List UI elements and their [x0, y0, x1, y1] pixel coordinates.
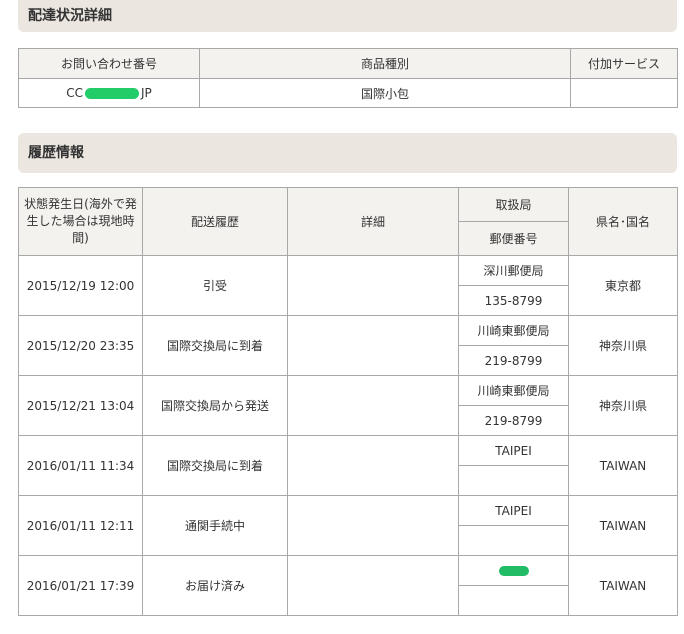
- col-status-date: 状態発生日(海外で発生した場合は現地時間): [18, 187, 143, 256]
- table-row: 2015/12/21 13:04 国際交換局から発送 川崎東郵便局 神奈川県: [18, 375, 678, 436]
- region-cell: TAIWAN: [568, 555, 678, 616]
- office-cell: 川崎東郵便局: [458, 315, 569, 346]
- region-cell: 神奈川県: [568, 315, 678, 376]
- redaction-mark: [84, 88, 139, 99]
- postal-code-cell: 219-8799: [458, 405, 569, 436]
- redaction-mark: [498, 566, 529, 576]
- details-cell: [287, 435, 459, 496]
- delivery-history-cell: お届け済み: [142, 555, 288, 616]
- table-row: 2016/01/21 17:39 お届け済み TAIWAN: [18, 555, 678, 616]
- region-cell: TAIWAN: [568, 495, 678, 556]
- details-cell: [287, 315, 459, 376]
- office-cell: 深川郵便局: [458, 255, 569, 286]
- status-date-cell: 2015/12/19 12:00: [18, 255, 143, 316]
- tracking-suffix: JP: [140, 86, 152, 100]
- region-cell: TAIWAN: [568, 435, 678, 496]
- history-header: 履歴情報: [18, 133, 677, 173]
- details-cell: [287, 255, 459, 316]
- status-date-cell: 2016/01/11 11:34: [18, 435, 143, 496]
- details-cell: [287, 555, 459, 616]
- office-cell: TAIPEI: [458, 495, 569, 526]
- history-header-row-top: 状態発生日(海外で発生した場合は現地時間) 配送履歴 詳細 取扱局 県名･国名: [18, 187, 678, 256]
- delivery-status-header: 配達状況詳細: [18, 0, 677, 32]
- table-row: 2015/12/20 23:35 国際交換局に到着 川崎東郵便局 神奈川県: [18, 315, 678, 376]
- postal-code-cell: [458, 465, 569, 496]
- office-cell: [458, 555, 569, 586]
- table-row: 2016/01/11 11:34 国際交換局に到着 TAIPEI TAIWAN: [18, 435, 678, 496]
- table-row: 2015/12/19 12:00 引受 深川郵便局 東京都: [18, 255, 678, 316]
- status-date-cell: 2016/01/21 17:39: [18, 555, 143, 616]
- office-cell: 川崎東郵便局: [458, 375, 569, 406]
- region-cell: 神奈川県: [568, 375, 678, 436]
- delivery-history-cell: 引受: [142, 255, 288, 316]
- delivery-status-title: 配達状況詳細: [28, 8, 112, 24]
- history-title: 履歴情報: [28, 145, 84, 161]
- delivery-history-cell: 国際交換局に到着: [142, 315, 288, 376]
- delivery-status-table: お問い合わせ番号 商品種別 付加サービス CC JP 国際小包: [18, 48, 678, 108]
- status-date-cell: 2016/01/11 12:11: [18, 495, 143, 556]
- delivery-history-cell: 国際交換局から発送: [142, 375, 288, 436]
- status-date-cell: 2015/12/20 23:35: [18, 315, 143, 376]
- region-cell: 東京都: [568, 255, 678, 316]
- product-type-cell: 国際小包: [199, 78, 571, 108]
- tracking-prefix: CC: [66, 86, 83, 100]
- col-office: 取扱局: [458, 187, 569, 222]
- col-region: 県名･国名: [568, 187, 678, 256]
- postal-code-cell: [458, 525, 569, 556]
- details-cell: [287, 495, 459, 556]
- office-cell: TAIPEI: [458, 435, 569, 466]
- details-cell: [287, 375, 459, 436]
- delivery-status-row: CC JP 国際小包: [18, 78, 678, 108]
- col-postal-code: 郵便番号: [458, 221, 569, 256]
- postal-code-cell: [458, 585, 569, 616]
- col-tracking-number: お問い合わせ番号: [18, 48, 200, 79]
- delivery-history-cell: 国際交換局に到着: [142, 435, 288, 496]
- col-additional-service: 付加サービス: [570, 48, 678, 79]
- col-delivery-history: 配送履歴: [142, 187, 288, 256]
- col-product-type: 商品種別: [199, 48, 571, 79]
- delivery-status-header-row: お問い合わせ番号 商品種別 付加サービス: [18, 48, 678, 79]
- table-row: 2016/01/11 12:11 通関手続中 TAIPEI TAIWAN: [18, 495, 678, 556]
- additional-service-cell: [570, 78, 678, 108]
- postal-code-cell: 135-8799: [458, 285, 569, 316]
- history-table: 状態発生日(海外で発生した場合は現地時間) 配送履歴 詳細 取扱局 県名･国名 …: [18, 187, 678, 616]
- status-date-cell: 2015/12/21 13:04: [18, 375, 143, 436]
- tracking-number-cell: CC JP: [18, 78, 200, 108]
- delivery-history-cell: 通関手続中: [142, 495, 288, 556]
- postal-code-cell: 219-8799: [458, 345, 569, 376]
- col-details: 詳細: [287, 187, 459, 256]
